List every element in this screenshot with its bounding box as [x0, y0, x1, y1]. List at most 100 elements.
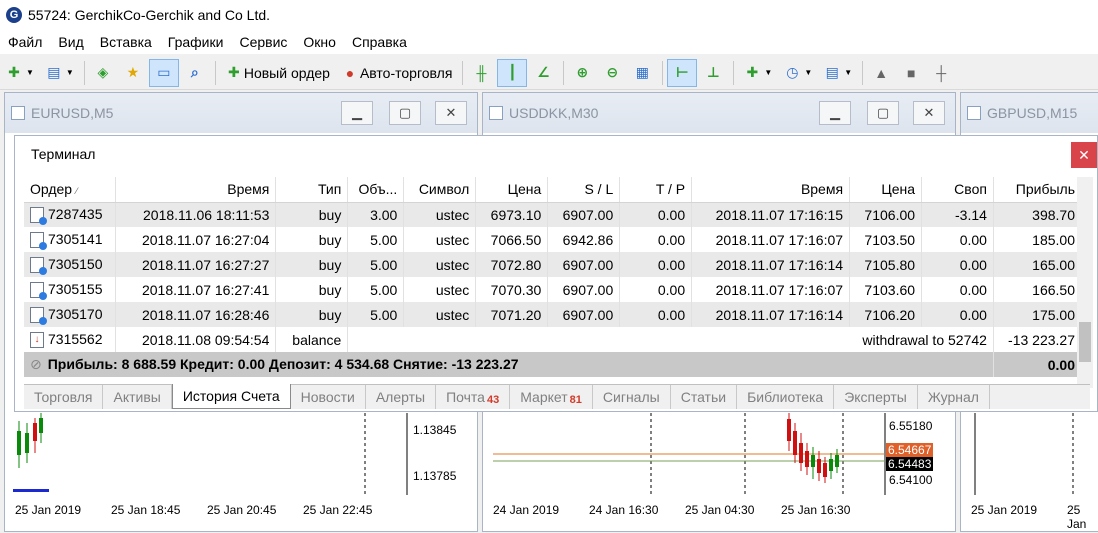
menu-charts[interactable]: Графики	[168, 34, 224, 50]
cell-volume: 5.00	[347, 302, 405, 327]
tile-windows-button[interactable]: ▦	[628, 59, 656, 87]
close-button[interactable]: ✕	[913, 101, 945, 125]
profiles-button[interactable]: ▤ ▼	[40, 59, 78, 87]
menu-bar: Файл Вид Вставка Графики Сервис Окно Спр…	[0, 30, 1098, 54]
tab-trade[interactable]: Торговля	[24, 385, 104, 409]
col-header-volume[interactable]: Объ...	[347, 177, 405, 203]
col-header-sl[interactable]: S / L	[547, 177, 621, 203]
time-label: 25 Jan 22:45	[303, 503, 373, 517]
vertical-scrollbar[interactable]	[1077, 177, 1093, 388]
chart-shift-button[interactable]: ⊢	[667, 58, 698, 87]
toolbar-divider	[563, 60, 565, 85]
line-chart-button[interactable]: ∠	[529, 59, 557, 87]
auto-scroll-button[interactable]: ⊥	[699, 59, 727, 87]
cell-close-price: 7103.60	[849, 277, 923, 302]
col-header-open-time[interactable]: Время	[115, 177, 277, 203]
tester-button[interactable]: ⌕	[181, 59, 209, 87]
indicators-button[interactable]: ✚ ▼	[738, 59, 776, 87]
chart-title: USDDKK,M30	[509, 105, 599, 121]
new-order-label: Новый ордер	[243, 64, 330, 81]
new-chart-button[interactable]: ✚ ▼	[0, 59, 38, 87]
menu-view[interactable]: Вид	[58, 34, 83, 50]
col-header-close-price[interactable]: Цена	[849, 177, 923, 203]
menu-help[interactable]: Справка	[352, 34, 407, 50]
chevron-down-icon: ▼	[65, 68, 74, 77]
cell-symbol: ustec	[403, 202, 477, 227]
app-logo-icon: G	[6, 7, 22, 23]
tab-mailbox[interactable]: Почта 43	[436, 385, 511, 409]
tab-account-history[interactable]: История Счета	[171, 384, 291, 409]
menu-insert[interactable]: Вставка	[100, 34, 152, 50]
scrollbar-thumb[interactable]	[1079, 322, 1091, 362]
col-header-open-price[interactable]: Цена	[475, 177, 549, 203]
price-label: 1.13845	[413, 423, 457, 437]
cell-open-price: 7071.20	[475, 302, 549, 327]
new-order-button[interactable]: ✚ Новый ордер	[220, 59, 334, 87]
cell-open-time: 2018.11.06 18:11:53	[115, 202, 277, 227]
menu-file[interactable]: Файл	[8, 34, 42, 50]
summary-text: ⊘ Прибыль: 8 688.59 Кредит: 0.00 Депозит:…	[24, 352, 994, 377]
tab-exposure[interactable]: Активы	[103, 385, 172, 409]
maximize-button[interactable]: ▢	[389, 101, 421, 125]
col-header-swap[interactable]: Своп	[921, 177, 994, 203]
tab-news[interactable]: Новости	[291, 385, 366, 409]
cell-volume: 5.00	[347, 227, 405, 252]
tab-alerts[interactable]: Алерты	[366, 385, 437, 409]
terminal-close-button[interactable]: ✕	[1071, 142, 1097, 168]
candlestick-button[interactable]: ┃	[497, 58, 528, 87]
tab-experts[interactable]: Эксперты	[834, 385, 918, 409]
col-header-type[interactable]: Тип	[275, 177, 349, 203]
tab-market[interactable]: Маркет 81	[510, 385, 593, 409]
table-row[interactable]: 7305155 2018.11.07 16:27:41 buy 5.00 ust…	[24, 277, 1083, 302]
table-row[interactable]: 7305170 2018.11.07 16:28:46 buy 5.00 ust…	[24, 302, 1083, 327]
tab-signals[interactable]: Сигналы	[593, 385, 671, 409]
cell-close-price: 7106.20	[849, 302, 923, 327]
cell-tp: 0.00	[619, 277, 693, 302]
templates-button[interactable]: ▤ ▼	[818, 59, 856, 87]
gbpusd-chart-canvas[interactable]	[961, 413, 1098, 495]
rectangle-tool-button[interactable]: ■	[897, 59, 925, 87]
auto-scroll-icon: ⊥	[707, 64, 720, 80]
terminal-tabs: Торговля Активы История Счета Новости Ал…	[24, 384, 1090, 409]
zoom-in-button[interactable]: ⊕	[568, 59, 596, 87]
auto-trading-button[interactable]: ● Авто-торговля	[336, 59, 456, 87]
cell-volume: 3.00	[347, 202, 405, 227]
maximize-button[interactable]: ▢	[867, 101, 899, 125]
tab-articles[interactable]: Статьи	[671, 385, 738, 409]
usddkk-chart-canvas[interactable]	[483, 413, 955, 495]
indicators-icon: ✚	[746, 64, 759, 80]
col-header-symbol[interactable]: Символ	[403, 177, 477, 203]
cell-open-time: 2018.11.07 16:28:46	[115, 302, 277, 327]
col-header-profit[interactable]: Прибыль	[993, 177, 1083, 203]
cell-close-price: 7106.00	[849, 202, 923, 227]
crosshair-tool-button[interactable]: ┼	[927, 59, 955, 87]
navigator-button[interactable]: ★	[119, 59, 147, 87]
order-icon	[30, 257, 47, 276]
tab-code-base[interactable]: Библиотека	[737, 385, 835, 409]
bar-chart-button[interactable]: ╫	[467, 59, 495, 87]
market-watch-button[interactable]: ◈	[89, 59, 117, 87]
minimize-button[interactable]: ▁	[819, 101, 851, 125]
tab-journal[interactable]: Журнал	[918, 385, 990, 409]
minimize-button[interactable]: ▁	[341, 101, 373, 125]
triangle-icon: ▲	[874, 64, 889, 81]
balance-row[interactable]: ↓ 7315562 2018.11.08 09:54:54 balance wit…	[24, 327, 1083, 352]
rectangle-icon: ■	[906, 64, 916, 81]
menu-window[interactable]: Окно	[303, 34, 336, 50]
zoom-out-button[interactable]: ⊖	[598, 59, 626, 87]
table-row[interactable]: 7305150 2018.11.07 16:27:27 buy 5.00 ust…	[24, 252, 1083, 277]
cell-order: 7305170	[24, 302, 117, 327]
periods-button[interactable]: ◷ ▼	[778, 59, 816, 87]
eurusd-chart-canvas[interactable]	[5, 413, 477, 495]
col-header-order[interactable]: Ордер ⁄	[24, 177, 117, 203]
col-header-tp[interactable]: T / P	[619, 177, 693, 203]
order-icon	[30, 232, 47, 251]
col-header-close-time[interactable]: Время	[691, 177, 851, 203]
table-row[interactable]: 7305141 2018.11.07 16:27:04 buy 5.00 ust…	[24, 227, 1083, 252]
triangle-tool-button[interactable]: ▲	[867, 59, 895, 87]
terminal-button[interactable]: ▭	[148, 58, 179, 87]
chart-title: GBPUSD,M15	[987, 105, 1078, 121]
menu-tools[interactable]: Сервис	[239, 34, 287, 50]
table-row[interactable]: 7287435 2018.11.06 18:11:53 buy 3.00 ust…	[24, 202, 1083, 227]
close-button[interactable]: ✕	[435, 101, 467, 125]
